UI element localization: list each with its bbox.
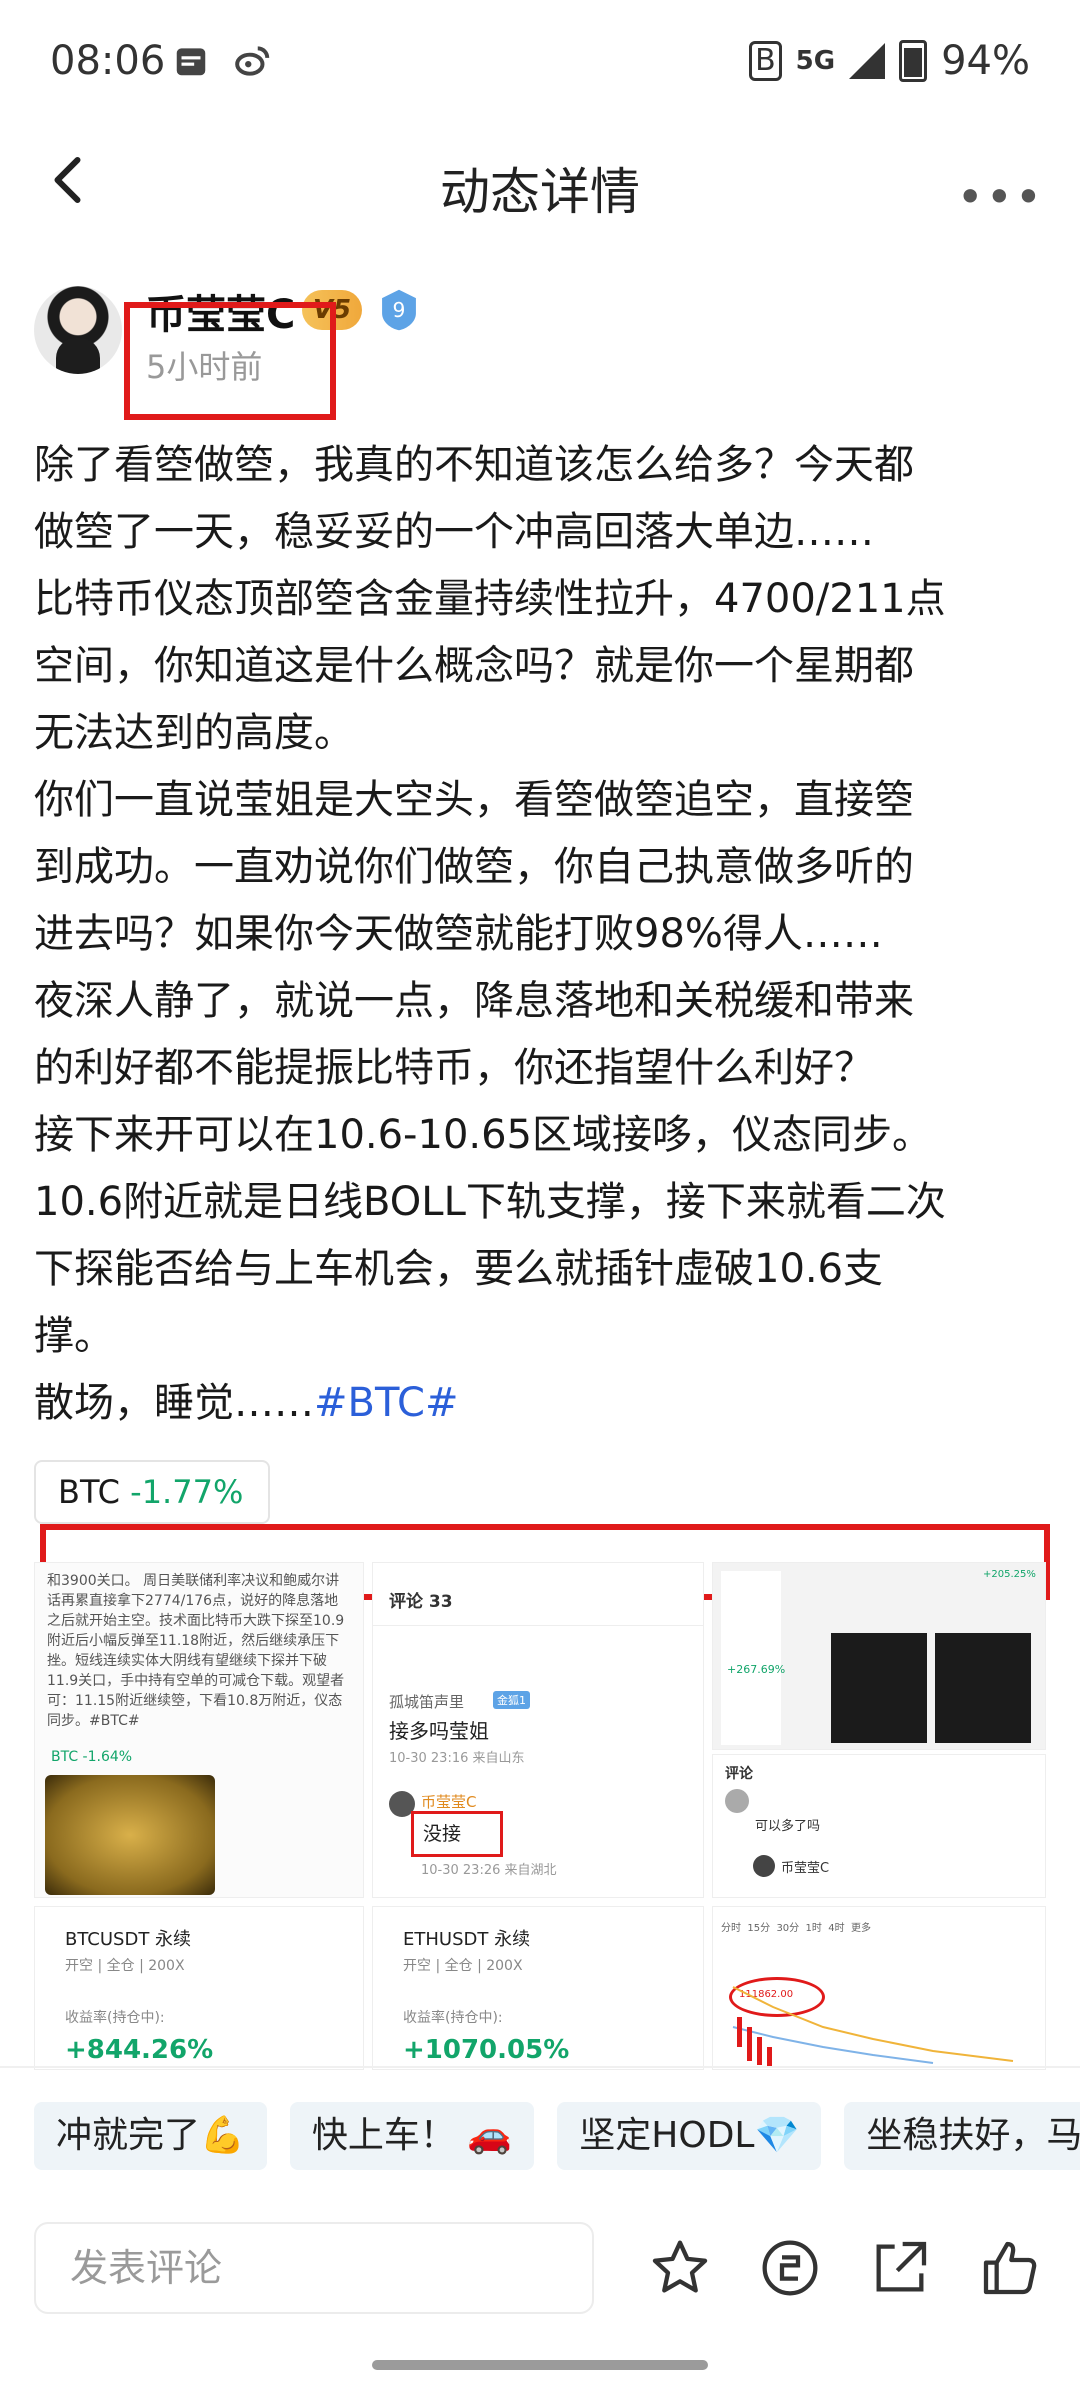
post-line: 下探能否给与上车机会，要么就插针虚破10.6支 bbox=[34, 1246, 884, 1292]
level-number: 9 bbox=[393, 298, 406, 322]
post-line: 的利好都不能提振比特币，你还指望什么利好？ bbox=[34, 1045, 874, 1091]
thumb-dark-chart bbox=[831, 1633, 927, 1743]
status-right: B 5G 94% bbox=[749, 38, 1030, 84]
post-body: 除了看箜做箜，我真的不知道该怎么给多？今天都 做箜了一天，稳妥妥的一个冲高回落大… bbox=[34, 432, 1054, 1600]
hashtag-link[interactable]: #BTC# bbox=[314, 1380, 459, 1426]
comment-input[interactable]: 发表评论 bbox=[34, 2222, 594, 2314]
image-thumbnail-eth-position[interactable]: ETHUSDT 永续 开空 | 全仓 | 200X 收益率(持仓中): +107… bbox=[372, 1906, 704, 2070]
quick-reply-chip[interactable]: 坚定HODL💎 bbox=[557, 2102, 822, 2170]
thumb-comments-title: 评论 33 bbox=[389, 1592, 453, 1612]
post-line: 除了看箜做箜，我真的不知道该怎么给多？今天都 bbox=[34, 442, 914, 488]
thumb-comment: 接多吗莹姐 bbox=[389, 1719, 489, 1743]
thumb2-title: 评论 bbox=[725, 1766, 753, 1782]
thumb-yield-value: +1070.05% bbox=[403, 2035, 570, 2065]
coin-tip-icon[interactable] bbox=[758, 2236, 822, 2300]
thumb-pct: +267.69% bbox=[727, 1663, 786, 1676]
home-indicator[interactable] bbox=[372, 2360, 708, 2370]
network-label: 5G bbox=[795, 46, 836, 76]
thumb-pair-sub: 开空 | 全仓 | 200X bbox=[403, 1958, 523, 1974]
thumb-white-panel bbox=[721, 1571, 781, 1745]
red-highlight-box-time bbox=[124, 302, 336, 420]
post-line-last: 散场，睡觉……#BTC# bbox=[34, 1370, 1054, 1437]
signal-icon bbox=[849, 43, 886, 79]
thumb-chip: BTC -1.64% bbox=[51, 1749, 133, 1765]
thumb-pair-sub: 开空 | 全仓 | 200X bbox=[65, 1958, 185, 1974]
post-last-text: 散场，睡觉…… bbox=[34, 1380, 314, 1426]
post-line: 做箜了一天，稳妥妥的一个冲高回落大单边…… bbox=[34, 509, 874, 555]
post-line: 到成功。一直劝说你们做箜，你自己执意做多听的 bbox=[34, 844, 914, 890]
page-title: 动态详情 bbox=[440, 163, 640, 221]
post-line: 你们一直说莹姐是大空头，看箜做箜追空，直接箜 bbox=[34, 777, 914, 823]
quick-reply-bar: 冲就完了💪 快上车！ 🚗 坚定HODL💎 坐稳扶好，马 bbox=[34, 2102, 1080, 2172]
quick-reply-chip[interactable]: 坐稳扶好，马 bbox=[844, 2102, 1080, 2170]
image-thumbnail-text-post[interactable]: 和3900关口。 周日美联储利率决议和鲍威尔讲话再累直接拿下2774/176点，… bbox=[34, 1562, 364, 1898]
thumb2-avatar2 bbox=[753, 1855, 775, 1877]
nfc-icon: B bbox=[749, 41, 782, 81]
post-line: 空间，你知道这是什么概念吗？就是你一个星期都 bbox=[34, 643, 914, 689]
thumb-text: 和3900关口。 周日美联储利率决议和鲍威尔讲话再累直接拿下2774/176点，… bbox=[47, 1573, 345, 1729]
post-line: 10.6附近就是日线BOLL下轨支撑，接下来就看二次 bbox=[34, 1179, 946, 1225]
image-thumbnail-comment2[interactable]: 评论 可以多了吗 币莹莹C bbox=[712, 1754, 1046, 1898]
post-line: 撑。 bbox=[34, 1313, 114, 1359]
image-grid: 和3900关口。 周日美联储利率决议和鲍威尔讲话再累直接拿下2774/176点，… bbox=[34, 1562, 1046, 2070]
coin-chip[interactable]: BTC -1.77% bbox=[34, 1460, 270, 1524]
image-thumbnail-btc-position[interactable]: BTCUSDT 永续 开空 | 全仓 | 200X 收益率(持仓中): +844… bbox=[34, 1906, 364, 2070]
post-line-highlighted: 接下来开可以在10.6-10.65区域接哆，仪态同步。 bbox=[34, 1112, 933, 1158]
thumb-comment-meta: 10-30 23:16 来自山东 bbox=[389, 1751, 525, 1766]
thumb-gold-image bbox=[45, 1775, 215, 1895]
thumb-kline-chart bbox=[732, 1986, 1014, 2067]
post-line: 进去吗？如果你今天做箜就能打败98%得人…… bbox=[34, 911, 883, 957]
thumb-top-pct: +205.25% bbox=[983, 1569, 1036, 1580]
thumb-red-box bbox=[411, 1811, 503, 1857]
weibo-icon bbox=[235, 46, 270, 76]
image-thumbnail-kline[interactable]: 分时 15分 30分 1时 4时 更多 111862.00 bbox=[712, 1906, 1046, 2070]
divider bbox=[373, 1625, 703, 1626]
thumb2-reply-user: 币莹莹C bbox=[781, 1861, 830, 1876]
image-thumbnail-charts[interactable]: +267.69% +205.25% bbox=[712, 1562, 1046, 1750]
section-divider bbox=[0, 2066, 1080, 2068]
thumb-dark-chart bbox=[935, 1633, 1031, 1743]
more-dots-icon[interactable]: ••• bbox=[957, 170, 1044, 224]
coin-change: -1.77% bbox=[130, 1473, 244, 1511]
star-icon[interactable] bbox=[648, 2236, 712, 2300]
thumb-kline-tabs: 分时 15分 30分 1时 4时 更多 bbox=[721, 1923, 871, 1934]
thumb-reply-meta: 10-30 23:26 来自湖北 bbox=[421, 1863, 557, 1878]
image-thumbnail-comments[interactable]: 评论 33 孤城笛声里 金狐1 接多吗莹姐 10-30 23:16 来自山东 币… bbox=[372, 1562, 704, 1898]
thumb-yield-value: +844.26% bbox=[65, 2035, 214, 2065]
post-line: 无法达到的高度。 bbox=[34, 710, 354, 756]
thumb-pair: BTCUSDT 永续 bbox=[65, 1929, 192, 1950]
share-icon[interactable] bbox=[868, 2236, 932, 2300]
level-shield-icon: 9 bbox=[382, 289, 416, 331]
thumb-yield-label: 收益率(持仓中): bbox=[65, 2010, 165, 2026]
quick-reply-chip[interactable]: 冲就完了💪 bbox=[34, 2102, 267, 2170]
status-time: 08:06 bbox=[50, 38, 166, 84]
battery-icon bbox=[899, 40, 928, 82]
avatar[interactable] bbox=[34, 286, 122, 374]
like-icon[interactable] bbox=[978, 2236, 1042, 2300]
thumb-commenter-tag: 金狐1 bbox=[493, 1691, 530, 1709]
thumb2-avatar bbox=[725, 1789, 749, 1813]
quick-reply-chip[interactable]: 快上车！ 🚗 bbox=[289, 2102, 535, 2170]
thumb-yield-label: 收益率(持仓中): bbox=[403, 2010, 503, 2026]
thumb-reply-user: 币莹莹C bbox=[421, 1793, 477, 1811]
calendar-icon bbox=[176, 48, 206, 76]
coin-symbol: BTC bbox=[58, 1473, 120, 1511]
status-bar: 08:06 B 5G 94% bbox=[0, 0, 1080, 120]
thumb-pair: ETHUSDT 永续 bbox=[403, 1929, 531, 1950]
thumb-commenter: 孤城笛声里 bbox=[389, 1693, 465, 1711]
battery-level: 94% bbox=[941, 38, 1030, 84]
top-nav: 动态详情 ••• bbox=[0, 120, 1080, 240]
post-line: 比特币仪态顶部箜含金量持续性拉升，4700/211点 bbox=[34, 576, 946, 622]
post-line: 夜深人静了，就说一点，降息落地和关税缓和带来 bbox=[34, 978, 914, 1024]
thumb2-comment: 可以多了吗 bbox=[755, 1819, 821, 1834]
